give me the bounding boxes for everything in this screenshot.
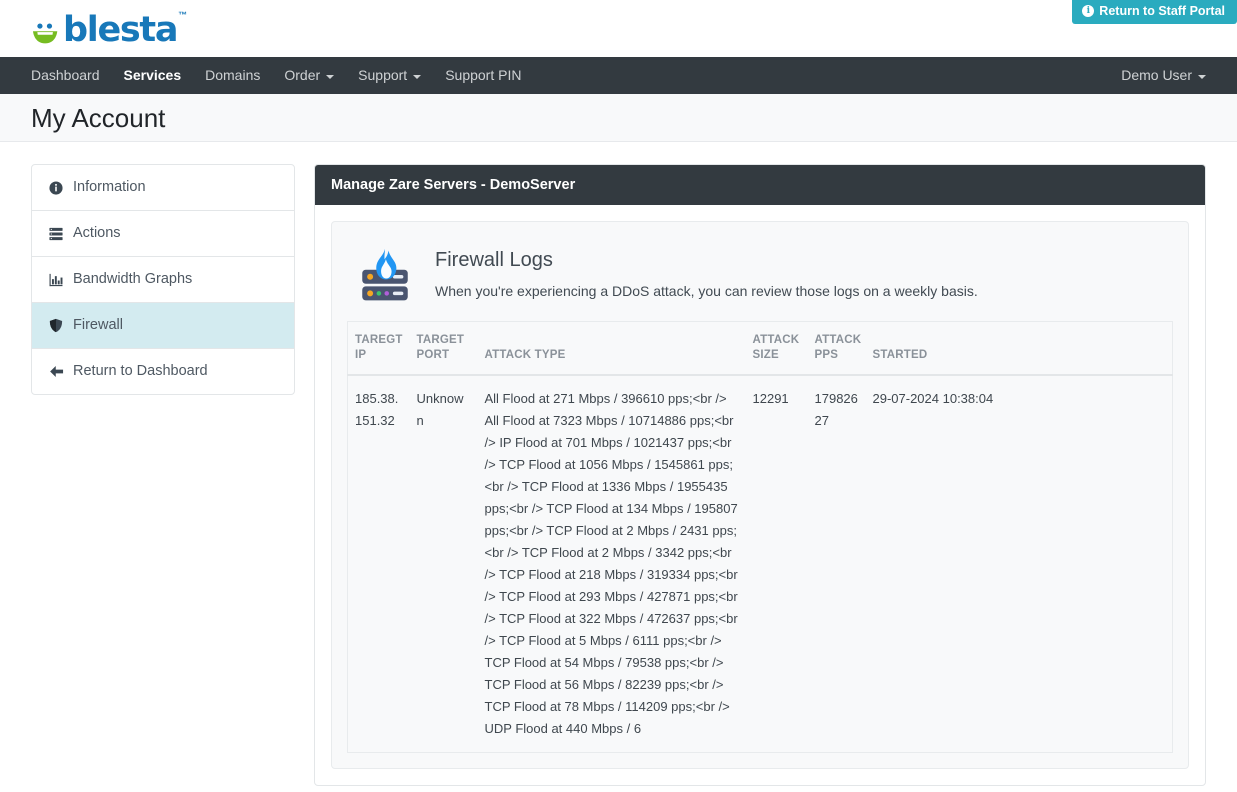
column-header: ATTACK SIZE <box>745 321 808 376</box>
server-stack-icon <box>48 227 64 241</box>
blesta-logo[interactable]: blesta ™ <box>31 8 188 50</box>
info-circle-icon <box>48 180 64 195</box>
panel-title: Manage Zare Servers - DemoServer <box>315 165 1205 205</box>
table-header-row: TAREGT IP TARGET PORT ATTACK TYPE ATTACK SI… <box>347 321 1173 376</box>
bar-chart-icon <box>48 273 64 287</box>
chevron-down-icon <box>1198 74 1206 79</box>
blesta-smiley-icon <box>33 23 58 44</box>
cell-target-port: Unknown <box>409 375 478 753</box>
sidebar-item-label: Return to Dashboard <box>73 363 208 379</box>
trademark-symbol: ™ <box>178 10 188 20</box>
firewall-card: Firewall Logs When you're experiencing a… <box>331 221 1189 769</box>
firewall-description: When you're experiencing a DDoS attack, … <box>435 283 978 299</box>
cell-target-ip: 185.38.151.32 <box>347 375 410 753</box>
sidebar-item-actions[interactable]: Actions <box>32 211 294 257</box>
top-bar: blesta ™ i Return to Staff Portal <box>0 0 1237 57</box>
sidebar: Information Actions Bandwidth Graphs Firewa… <box>31 164 295 395</box>
sidebar-item-label: Bandwidth Graphs <box>73 271 193 287</box>
nav-item-support[interactable]: Support <box>346 57 433 94</box>
nav-item-dashboard[interactable]: Dashboard <box>31 57 112 94</box>
table-head: TAREGT IP TARGET PORT ATTACK TYPE ATTACK SI… <box>347 321 1173 376</box>
nav-item-user[interactable]: Demo User <box>1121 57 1206 94</box>
nav-item-services[interactable]: Services <box>112 57 194 94</box>
sidebar-item-label: Firewall <box>73 317 123 333</box>
sidebar-item-label: Information <box>73 179 146 195</box>
nav-items: Dashboard Services Domains Order Support Supp… <box>31 57 533 94</box>
page-title: My Account <box>31 102 166 133</box>
column-header: TAREGT IP <box>347 321 410 376</box>
cell-attack-pps: 17982627 <box>807 375 866 753</box>
cell-started: 29-07-2024 10:38:04 <box>865 375 1173 753</box>
nav-item-label: Services <box>123 67 182 83</box>
info-circle-icon: i <box>1082 5 1095 18</box>
nav-item-label: Support PIN <box>445 67 522 83</box>
nav-item-support-pin[interactable]: Support PIN <box>433 57 533 94</box>
server-flame-icon <box>362 248 408 301</box>
user-menu[interactable]: Demo User <box>1121 57 1206 94</box>
firewall-header-text: Firewall Logs When you're experiencing a… <box>435 247 978 301</box>
nav-item-label: Order <box>284 67 321 83</box>
column-header: STARTED <box>865 321 1173 376</box>
return-to-staff-portal-button[interactable]: i Return to Staff Portal <box>1072 0 1237 24</box>
cell-attack-type: All Flood at 271 Mbps / 396610 pps;<br /… <box>477 375 746 753</box>
nav-item-order[interactable]: Order <box>272 57 346 94</box>
chevron-down-icon <box>413 74 422 79</box>
table-row: 185.38.151.32 Unknown All Flood at 271 Mbp… <box>347 375 1173 753</box>
nav-item-label: Domains <box>205 67 261 83</box>
sidebar-item-return-to-dashboard[interactable]: Return to Dashboard <box>32 349 294 394</box>
shield-icon <box>48 318 64 333</box>
main-panel: Manage Zare Servers - DemoServer Firewal… <box>314 164 1206 786</box>
nav-item-label: Support <box>358 67 408 83</box>
arrow-left-icon <box>48 364 64 379</box>
sidebar-item-bandwidth-graphs[interactable]: Bandwidth Graphs <box>32 257 294 303</box>
page-title-bar: My Account <box>0 94 1237 142</box>
sidebar-item-firewall[interactable]: Firewall <box>32 303 294 349</box>
return-to-staff-portal-label: Return to Staff Portal <box>1099 4 1225 18</box>
main-navigation: Dashboard Services Domains Order Support Supp… <box>0 57 1237 94</box>
sidebar-item-information[interactable]: Information <box>32 165 294 211</box>
user-menu-label: Demo User <box>1121 67 1192 83</box>
column-header: ATTACK TYPE <box>477 321 746 376</box>
firewall-logs-table: TAREGT IP TARGET PORT ATTACK TYPE ATTACK SI… <box>347 321 1173 753</box>
firewall-title: Firewall Logs <box>435 249 553 271</box>
column-header: ATTACK PPS <box>807 321 866 376</box>
panel-body: Firewall Logs When you're experiencing a… <box>315 205 1205 785</box>
cell-attack-size: 12291 <box>745 375 808 753</box>
nav-item-domains[interactable]: Domains <box>193 57 272 94</box>
page-content: Information Actions Bandwidth Graphs Firewa… <box>0 142 1237 786</box>
brand-name: blesta <box>63 10 178 50</box>
firewall-header: Firewall Logs When you're experiencing a… <box>347 237 1173 321</box>
sidebar-item-label: Actions <box>73 225 121 241</box>
nav-item-label: Dashboard <box>31 67 100 83</box>
table-body: 185.38.151.32 Unknown All Flood at 271 Mbp… <box>347 375 1173 753</box>
chevron-down-icon <box>326 74 335 79</box>
column-header: TARGET PORT <box>409 321 478 376</box>
